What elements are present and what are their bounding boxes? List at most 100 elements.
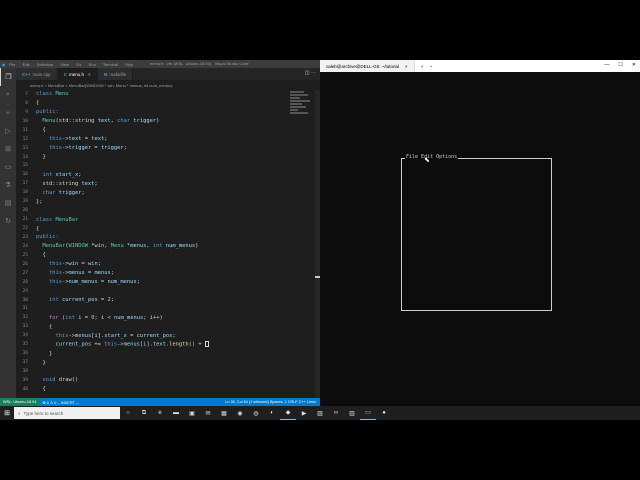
code-editor[interactable]: 7 class Menu 8{9 public: 10 Menu(std::string… — [16, 90, 286, 398]
edge-icon[interactable]: e — [152, 406, 168, 420]
problems-and-mode[interactable]: ⊗ 0 ⚠ 0 -- INSERT -- — [42, 400, 78, 405]
line-number: 28 — [22, 279, 28, 285]
code-line[interactable]: 23 public: — [16, 233, 286, 242]
taskbar-search-input[interactable]: ⌕ Type here to search — [14, 407, 120, 419]
close-icon[interactable]: × — [88, 72, 91, 77]
testing-icon[interactable]: ⚗ — [0, 176, 16, 194]
office-icon[interactable]: ▦ — [216, 406, 232, 420]
code-line[interactable]: 21 class MenuBar — [16, 215, 286, 224]
remote-indicator[interactable]: WSL: Ubuntu-18.04 — [0, 398, 40, 406]
code-line[interactable]: 40 { — [16, 385, 286, 394]
menu-view[interactable]: View — [60, 62, 69, 67]
maximize-icon[interactable]: ☐ — [618, 62, 622, 68]
code-line[interactable]: 31 — [16, 305, 286, 314]
menu-help[interactable]: Help — [125, 62, 133, 67]
explorer-icon[interactable]: ❐ — [0, 68, 16, 86]
ncurses-menubar[interactable]: File Edit Options — [405, 154, 459, 160]
menu-file[interactable]: File — [9, 62, 15, 67]
code-line[interactable]: 35 current_pos += this->menus[i].text.le… — [16, 340, 286, 349]
split-editor-icon[interactable]: ◫ — [305, 70, 310, 76]
code-line[interactable]: 7 class Menu — [16, 90, 286, 99]
obs-icon[interactable]: ● — [376, 406, 392, 420]
code-line[interactable]: 22 { — [16, 224, 286, 233]
terminal-taskbar-icon[interactable]: ▶ — [296, 406, 312, 420]
code-line[interactable]: 8{ — [16, 99, 286, 108]
code-line[interactable]: 36 } — [16, 349, 286, 358]
visual-studio-icon[interactable]: ∞ — [328, 406, 344, 420]
extensions-icon[interactable]: ⊞ — [0, 140, 16, 158]
menu-terminal[interactable]: Terminal — [103, 62, 118, 67]
code-line[interactable]: 33 { — [16, 322, 286, 331]
code-line[interactable]: 20 — [16, 206, 286, 215]
docker-icon[interactable]: ▤ — [0, 194, 16, 212]
new-tab-icon[interactable]: + — [421, 64, 424, 69]
code-line[interactable]: 28 this->num_menus = num_menus; — [16, 278, 286, 287]
vscode-menubar: File Edit Selection View Go Run Terminal… — [9, 62, 139, 67]
ncurses-window-border — [401, 158, 552, 311]
code-line[interactable]: 17 std::string text; — [16, 179, 286, 188]
code-line[interactable]: 39 void draw() — [16, 376, 286, 385]
code-text: this->menus[i].start_x = current_pos; — [55, 332, 176, 339]
line-number: 22 — [22, 226, 28, 232]
code-line[interactable]: 38 — [16, 367, 286, 376]
code-line[interactable]: 25 { — [16, 251, 286, 260]
menu-run[interactable]: Run — [88, 62, 95, 67]
minimize-icon[interactable]: — — [604, 62, 609, 68]
search-icon[interactable]: ⌕ — [0, 86, 16, 104]
code-line[interactable]: 16 int start_x; — [16, 170, 286, 179]
code-line[interactable]: 10 Menu(std::string text, char trigger) — [16, 117, 286, 126]
code-line[interactable]: 32 for (int i = 0; i < num_menus; i++) — [16, 313, 286, 322]
minimap[interactable] — [290, 90, 314, 150]
close-icon[interactable]: × — [405, 64, 408, 69]
photos-icon[interactable]: ▨ — [312, 406, 328, 420]
code-line[interactable]: 29 — [16, 287, 286, 296]
steam-icon[interactable]: ◍ — [248, 406, 264, 420]
line-number: 12 — [22, 136, 28, 142]
tab-menu-h[interactable]: C menu.h × — [57, 68, 98, 80]
vscode-titlebar: ◆ File Edit Selection View Go Run Termin… — [0, 60, 320, 68]
vscode-taskbar-icon[interactable]: ◆ — [280, 406, 296, 420]
line-number: 26 — [22, 261, 28, 267]
store-icon[interactable]: ▣ — [184, 406, 200, 420]
tab-makefile[interactable]: M makefile — [97, 68, 134, 80]
code-line[interactable]: 37 } — [16, 358, 286, 367]
line-number: 23 — [22, 234, 28, 240]
code-line[interactable]: 19}; — [16, 197, 286, 206]
tab-main-cpp[interactable]: C++ main.cpp — [16, 68, 58, 80]
code-line[interactable]: 27 this->menus = menus; — [16, 269, 286, 278]
code-line[interactable]: 30 int current_pos = 2; — [16, 296, 286, 305]
mail-icon[interactable]: ✉ — [200, 406, 216, 420]
file-explorer-icon[interactable]: ▬ — [168, 406, 184, 420]
code-line[interactable]: 9 public: — [16, 108, 286, 117]
windows-start-icon[interactable]: ⊞ — [0, 406, 14, 420]
firefox-icon[interactable]: ◐ — [264, 406, 280, 420]
code-line[interactable]: 15 — [16, 162, 286, 171]
source-control-icon[interactable]: ⑂ — [0, 104, 16, 122]
remote-explorer-icon[interactable]: ▭ — [0, 158, 16, 176]
task-view-icon[interactable]: ⧉ — [136, 406, 152, 420]
chevron-down-icon[interactable]: ⌄ — [429, 63, 433, 69]
windows-terminal-icon[interactable]: ▭ — [360, 406, 376, 420]
line-number: 25 — [22, 252, 28, 258]
menu-edit[interactable]: Edit — [23, 62, 30, 67]
code-line[interactable]: 18 char trigger; — [16, 188, 286, 197]
code-line[interactable]: 14 } — [16, 153, 286, 162]
chrome-icon[interactable]: ◉ — [232, 406, 248, 420]
code-line[interactable]: 13 this->trigger = trigger; — [16, 144, 286, 153]
terminal-tab[interactable]: caleb@archive@DELL-G5: ~/tutorial × — [320, 60, 415, 72]
more-actions-icon[interactable]: ⋯ — [311, 70, 316, 76]
code-line[interactable]: 34 this->menus[i].start_x = current_pos; — [16, 331, 286, 340]
cursor-position-info[interactable]: Ln 35, Col 54 (1 selected) Spaces: 2 CRL… — [225, 400, 316, 404]
code-line[interactable]: 11 { — [16, 126, 286, 135]
code-line[interactable]: 12 this->text = text; — [16, 135, 286, 144]
close-window-icon[interactable]: ✕ — [632, 62, 636, 68]
menu-go[interactable]: Go — [76, 62, 81, 67]
live-share-icon[interactable]: ↻ — [0, 212, 16, 230]
code-line[interactable]: 24 MenuBar(WINDOW *win, Menu *menus, int… — [16, 242, 286, 251]
cortana-icon[interactable]: ○ — [120, 406, 136, 420]
menu-selection[interactable]: Selection — [37, 62, 53, 67]
calculator-icon[interactable]: ▥ — [344, 406, 360, 420]
breadcrumb[interactable]: menu.h > MenuBar > MenuBar(WINDOW * win,… — [16, 80, 320, 90]
run-debug-icon[interactable]: ▷ — [0, 122, 16, 140]
code-line[interactable]: 26 this->win = win; — [16, 260, 286, 269]
